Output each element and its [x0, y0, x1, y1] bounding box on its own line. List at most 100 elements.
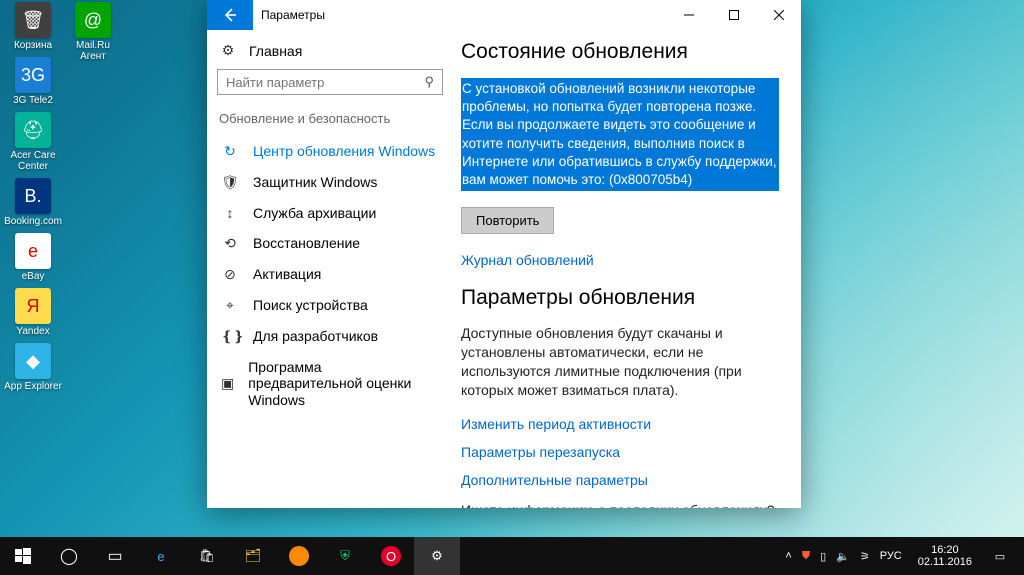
home-button[interactable]: ⚙ Главная — [217, 38, 443, 69]
sidebar-item-label: Программа предварительной оценки Windows — [248, 359, 439, 409]
search-icon: ⚲ — [424, 74, 434, 90]
sidebar-item[interactable]: ⌖ Поиск устройства — [217, 290, 443, 321]
close-button[interactable] — [756, 0, 801, 30]
maximize-button[interactable] — [711, 0, 756, 30]
taskbar-app-firefox[interactable] — [276, 537, 322, 575]
taskbar-app-store[interactable]: 🛍 — [184, 537, 230, 575]
search-icon: ◯ — [60, 546, 78, 566]
tray-chevron-up-icon[interactable]: ˄ — [785, 550, 791, 562]
nav-icon: ⌖ — [221, 297, 239, 314]
app-icon: B. — [15, 178, 51, 214]
system-tray: ˄ ⛊ ▯ 🔈 ⚞ РУС 16:20 02.11.2016 ▭ — [785, 544, 1024, 568]
content-area: Состояние обновления С установкой обновл… — [461, 30, 801, 508]
active-hours-link[interactable]: Изменить период активности — [461, 416, 779, 432]
desktop-icon-label: Yandex — [16, 326, 49, 337]
sidebar-item[interactable]: ⟲ Восстановление — [217, 228, 443, 259]
desktop-icon[interactable]: ЯYandex — [4, 288, 62, 337]
app-icon: ⛑ — [15, 112, 51, 148]
app-icon: @ — [75, 2, 111, 38]
desktop-icon[interactable]: 3G 3G Tele2 — [4, 57, 62, 106]
nav-icon: ↻ — [221, 143, 239, 160]
error-message: С установкой обновлений возникли некотор… — [461, 78, 779, 191]
sidebar-item-label: Служба архивации — [253, 205, 376, 222]
nav-icon: ▣ — [221, 375, 234, 392]
sidebar-item[interactable]: ↕ Служба архивации — [217, 198, 443, 229]
desktop-icon[interactable]: 🗑 Корзина — [4, 2, 62, 51]
app-icon: 3G — [15, 57, 51, 93]
settings-window: Параметры ⚙ Главная Найти параметр ⚲ Обн… — [207, 0, 801, 508]
sidebar-item-label: Центр обновления Windows — [253, 143, 435, 160]
back-button[interactable] — [207, 0, 253, 30]
desktop-icon[interactable]: ◆ App Explorer — [4, 343, 62, 392]
gear-icon: ⚙ — [427, 546, 447, 566]
task-view-button[interactable]: ▭ — [92, 537, 138, 575]
action-center-button[interactable]: ▭ — [982, 550, 1018, 563]
app-icon: e — [15, 233, 51, 269]
taskbar-app-explorer[interactable]: 🗂 — [230, 537, 276, 575]
sidebar-item-label: Активация — [253, 266, 321, 283]
sidebar: ⚙ Главная Найти параметр ⚲ Обновление и … — [207, 30, 461, 508]
desktop-icon[interactable]: ⛑Acer Care Center — [4, 112, 62, 172]
sidebar-item[interactable]: ▣ Программа предварительной оценки Window… — [217, 352, 443, 416]
sidebar-item-label: Защитник Windows — [253, 174, 377, 191]
notification-icon: ▭ — [995, 550, 1005, 563]
desktop-icons-column-2: @Mail.Ru Агент — [64, 2, 122, 62]
desktop-icon-label: Acer Care Center — [4, 150, 62, 172]
tray-time: 16:20 — [918, 544, 972, 556]
sidebar-item-label: Восстановление — [253, 235, 360, 252]
sidebar-item[interactable]: ↻ Центр обновления Windows — [217, 136, 443, 167]
tray-security-icon[interactable]: ⛊ — [802, 550, 810, 563]
desktop-icon-label: Корзина — [14, 40, 52, 51]
minimize-button[interactable] — [666, 0, 711, 30]
titlebar: Параметры — [207, 0, 801, 30]
sidebar-item-label: Поиск устройства — [253, 297, 368, 314]
nav-icon: ↕ — [221, 205, 239, 222]
desktop-icon[interactable]: eeBay — [4, 233, 62, 282]
update-history-link[interactable]: Журнал обновлений — [461, 252, 779, 268]
shield-icon: ⛨ — [335, 546, 355, 566]
folder-icon: 🗂 — [243, 546, 263, 566]
search-input[interactable]: Найти параметр ⚲ — [217, 69, 443, 95]
opera-icon: O — [381, 546, 401, 566]
sidebar-item[interactable]: ⊘ Активация — [217, 259, 443, 290]
nav-icon: 🛡 — [221, 174, 239, 191]
sidebar-item[interactable]: ❴❵ Для разработчиков — [217, 321, 443, 352]
desktop-icon-label: 3G Tele2 — [13, 95, 53, 106]
tray-date: 02.11.2016 — [918, 556, 972, 568]
taskbar-app-settings[interactable]: ⚙ — [414, 537, 460, 575]
home-label: Главная — [249, 43, 302, 59]
app-icon: ◆ — [15, 343, 51, 379]
tray-volume-icon[interactable]: 🔈 — [836, 550, 850, 563]
taskbar-app-opera[interactable]: O — [368, 537, 414, 575]
firefox-icon — [289, 546, 309, 566]
taskbar-app-edge[interactable]: e — [138, 537, 184, 575]
desktop-icon-label: App Explorer — [4, 381, 62, 392]
tray-battery-icon[interactable]: ▯ — [820, 550, 826, 563]
app-icon: 🗑 — [15, 2, 51, 38]
start-button[interactable] — [0, 537, 46, 575]
taskbar-app-shield[interactable]: ⛨ — [322, 537, 368, 575]
desktop-icons-column-1: 🗑 Корзина 3G 3G Tele2 ⛑Acer Care Center B. Boo… — [4, 2, 62, 392]
footer-question: Ищете информацию о последних обновлениях… — [461, 502, 779, 508]
retry-button[interactable]: Повторить — [461, 207, 554, 234]
sidebar-item-label: Для разработчиков — [253, 328, 378, 345]
desktop-icon[interactable]: @Mail.Ru Агент — [64, 2, 122, 62]
tray-wifi-icon[interactable]: ⚞ — [860, 550, 870, 563]
nav-icon: ⊘ — [221, 266, 239, 283]
desktop-icon-label: Booking.com — [4, 216, 62, 227]
sidebar-item[interactable]: 🛡 Защитник Windows — [217, 167, 443, 198]
gear-icon: ⚙ — [219, 42, 237, 59]
auto-update-text: Доступные обновления будут скачаны и уст… — [461, 324, 779, 400]
search-button[interactable]: ◯ — [46, 537, 92, 575]
nav-icon: ⟲ — [221, 235, 239, 252]
tray-clock[interactable]: 16:20 02.11.2016 — [918, 544, 972, 568]
restart-options-link[interactable]: Параметры перезапуска — [461, 444, 779, 460]
desktop-icon-label: Mail.Ru Агент — [64, 40, 122, 62]
nav-icon: ❴❵ — [221, 328, 239, 345]
desktop-icon[interactable]: B. Booking.com — [4, 178, 62, 227]
advanced-options-link[interactable]: Дополнительные параметры — [461, 472, 779, 488]
status-heading: Состояние обновления — [461, 40, 779, 64]
tray-language[interactable]: РУС — [880, 550, 902, 562]
settings-heading: Параметры обновления — [461, 286, 779, 310]
task-view-icon: ▭ — [107, 546, 122, 566]
